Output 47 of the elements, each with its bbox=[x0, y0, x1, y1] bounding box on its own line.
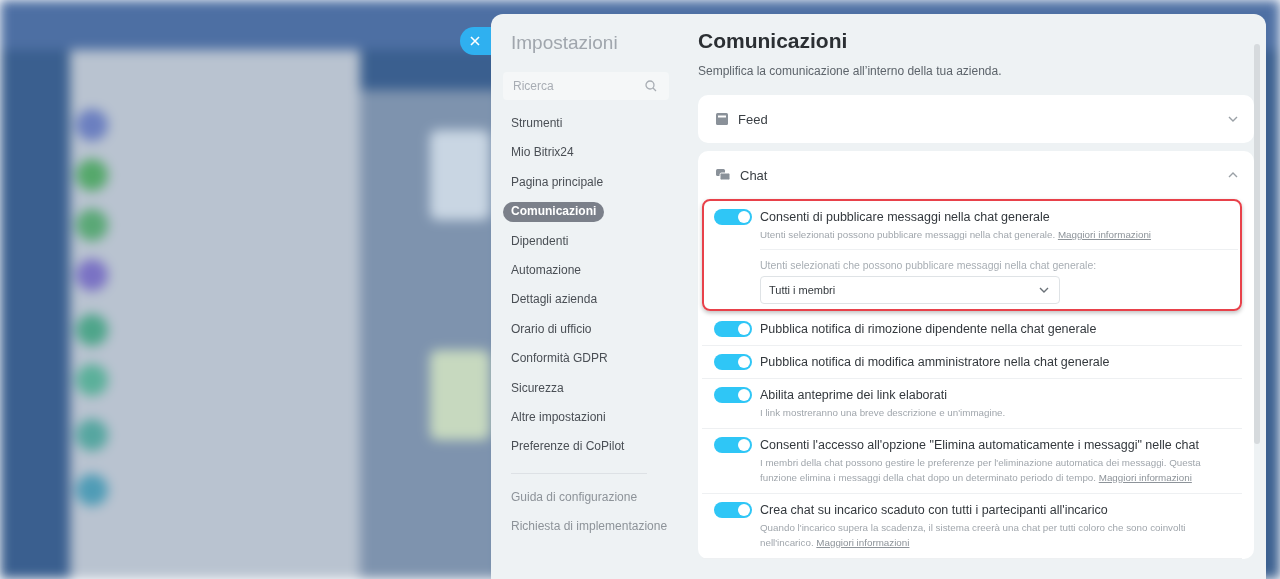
close-button[interactable] bbox=[460, 27, 491, 55]
setting-title: Pubblica notifica di rimozione dipendente nella chat generale bbox=[760, 321, 1097, 337]
chevron-icon bbox=[1039, 287, 1049, 293]
page-subtitle: Semplifica la comunicazione all’interno della tua azienda. bbox=[698, 64, 1003, 78]
setting-title: Crea chat su incarico scaduto con tutti i partecipanti all'incarico bbox=[760, 502, 1108, 518]
sidebar-item[interactable]: Strumenti bbox=[503, 114, 571, 134]
setting-description: I membri della chat possono gestire le preferenze per l'eliminazione automatica dei messaggi. Questa funzione elimina i messaggi della chat dopo un determinato periodo di tempo. Maggiori informazioni bbox=[760, 456, 1202, 485]
feed-icon bbox=[716, 113, 728, 125]
close-icon bbox=[470, 36, 480, 46]
setting-description: I link mostreranno una breve descrizione e un'immagine. bbox=[760, 406, 1006, 420]
chat-icon bbox=[716, 169, 730, 181]
setting-title: Consenti di pubblicare messaggi nella chat generale bbox=[760, 209, 1050, 225]
chevron-icon bbox=[1228, 172, 1238, 178]
sidebar-item[interactable]: Dettagli azienda bbox=[503, 290, 606, 310]
sidebar-item[interactable]: Sicurezza bbox=[503, 378, 572, 399]
toggle-switch[interactable] bbox=[714, 354, 752, 370]
search-field[interactable]: Ricerca bbox=[503, 72, 669, 100]
chevron-icon bbox=[1228, 116, 1238, 122]
setting-description: Utenti selezionati possono pubblicare messaggi nella chat generale. Maggiori informazioni bbox=[760, 228, 1151, 242]
select-label: Utenti selezionati che possono pubblicare messaggi nella chat generale: bbox=[760, 259, 1097, 271]
sidebar-item[interactable]: Conformità GDPR bbox=[503, 349, 616, 369]
sidebar-item[interactable]: Mio Bitrix24 bbox=[503, 143, 582, 163]
toggle-switch[interactable] bbox=[714, 387, 752, 403]
section-title: Feed bbox=[738, 111, 769, 127]
sidebar-item[interactable]: Pagina principale bbox=[503, 172, 612, 193]
toggle-switch[interactable] bbox=[714, 209, 752, 225]
member-select[interactable]: Tutti i membri bbox=[760, 276, 1060, 304]
section-header[interactable]: Chat bbox=[698, 151, 1254, 199]
scrollbar[interactable] bbox=[1254, 44, 1260, 444]
setting-title: Abilita anteprime dei link elaborati bbox=[760, 387, 947, 403]
toggle-switch[interactable] bbox=[714, 437, 752, 453]
page-title: Comunicazioni bbox=[698, 28, 849, 54]
search-icon bbox=[645, 80, 657, 92]
setting-description: Quando l'incarico supera la scadenza, il sistema creerà una chat per tutti coloro che sono coinvolti nell'incarico. Maggiori informazioni bbox=[760, 521, 1187, 550]
sidebar-item[interactable]: Comunicazioni bbox=[503, 202, 605, 222]
toggle-switch[interactable] bbox=[714, 321, 752, 337]
sidebar-item[interactable]: Altre impostazioni bbox=[503, 408, 614, 428]
setting-title: Pubblica notifica di modifica amministratore nella chat generale bbox=[760, 354, 1110, 370]
sidebar-item[interactable]: Automazione bbox=[503, 261, 590, 281]
sidebar-title: Impostazioni bbox=[510, 32, 619, 55]
section-header[interactable]: Feed bbox=[698, 95, 1254, 143]
setting-title: Consenti l'accesso all'opzione "Elimina automaticamente i messaggi" nelle chat bbox=[760, 437, 1199, 453]
sidebar-item[interactable]: Orario di ufficio bbox=[503, 319, 600, 340]
sidebar-item[interactable]: Dipendenti bbox=[503, 231, 577, 252]
sidebar-item[interactable]: Preferenze di CoPilot bbox=[503, 437, 633, 457]
toggle-switch[interactable] bbox=[714, 502, 752, 518]
section-title: Chat bbox=[740, 167, 769, 183]
